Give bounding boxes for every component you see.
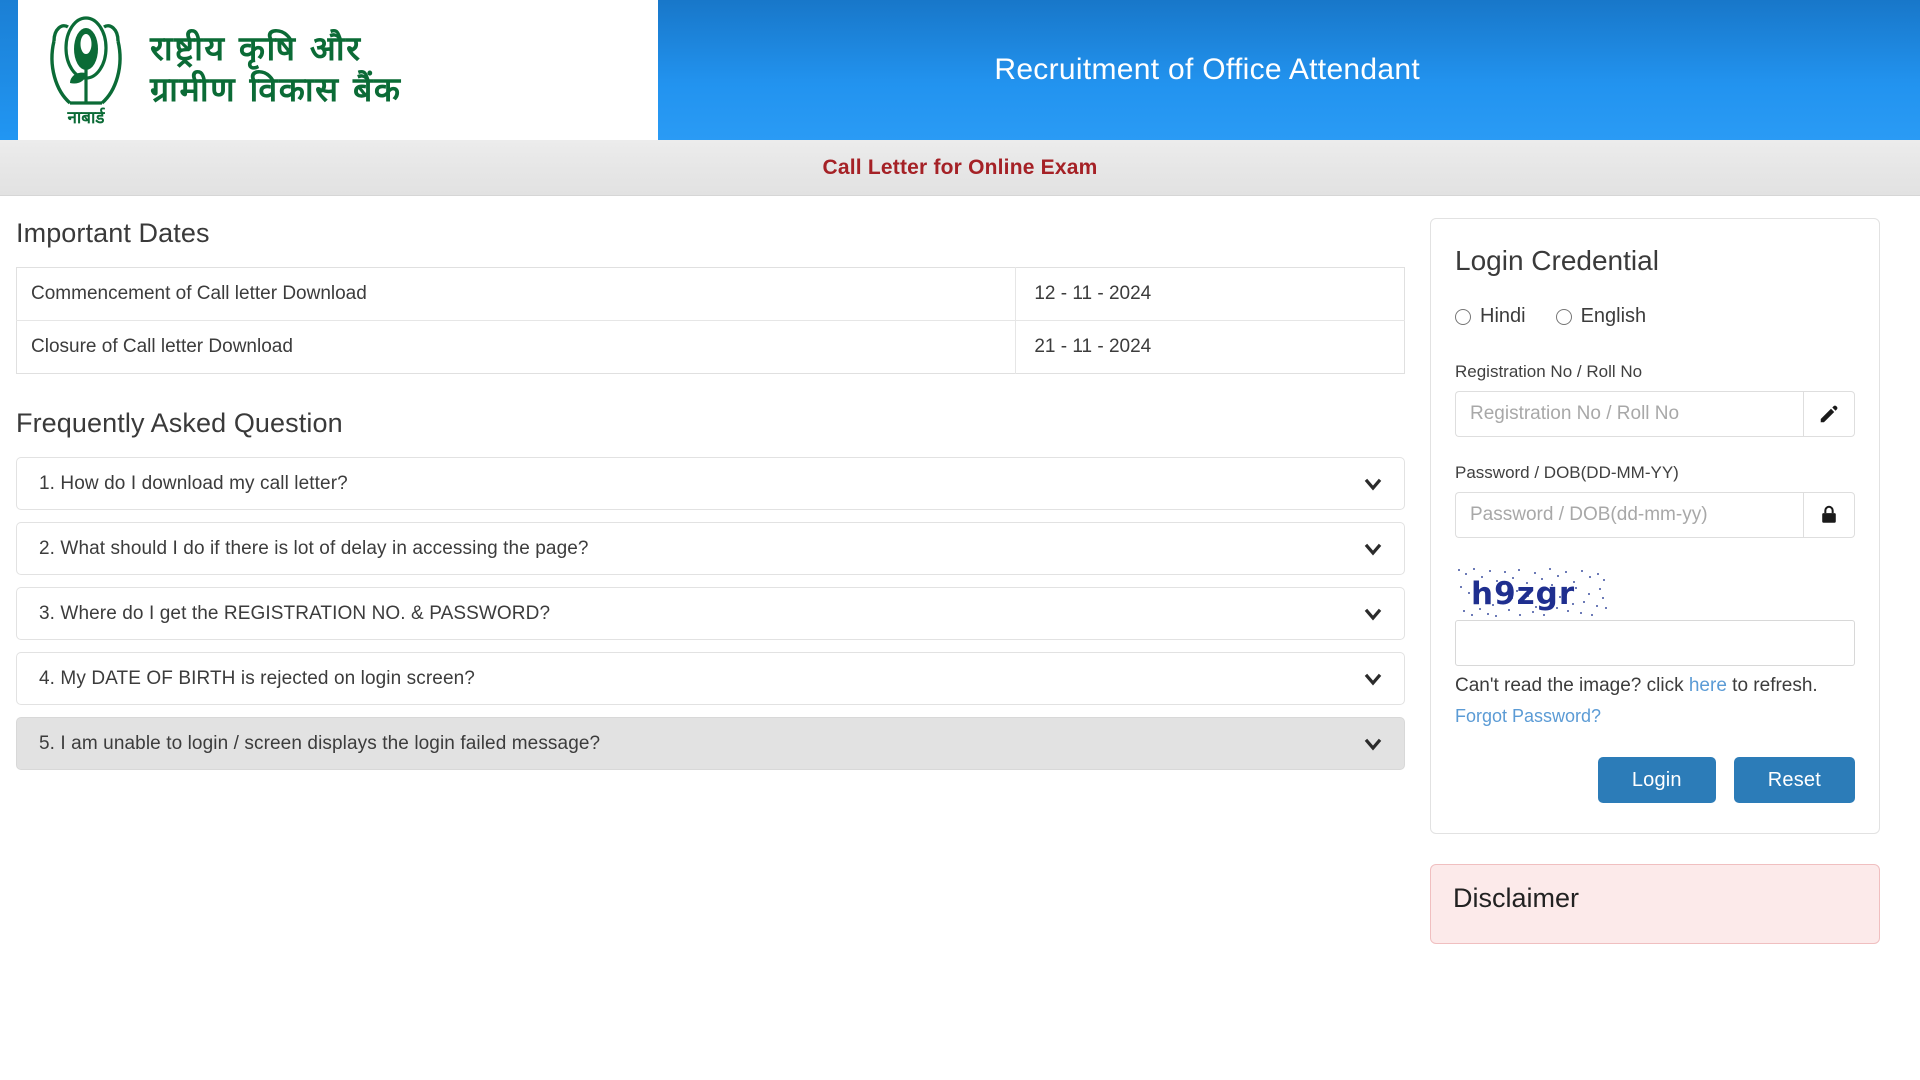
registration-field-label: Registration No / Roll No bbox=[1455, 362, 1643, 381]
captcha-input[interactable] bbox=[1455, 620, 1855, 666]
page-body: Important Dates Commencement of Call let… bbox=[0, 196, 1920, 945]
login-button[interactable]: Login bbox=[1597, 757, 1716, 804]
faq-item-5[interactable]: 5. I am unable to login / screen display… bbox=[16, 717, 1405, 770]
disclaimer-box: Disclaimer bbox=[1430, 864, 1880, 945]
page-header: नाबार्ड राष्ट्रीय कृषि और ग्रामीण विकास … bbox=[0, 0, 1920, 140]
language-radio-group: Hindi English bbox=[1455, 305, 1855, 328]
date-label: Commencement of Call letter Download bbox=[16, 267, 1016, 321]
faq-item-3[interactable]: 3. Where do I get the REGISTRATION NO. &… bbox=[16, 587, 1405, 640]
nabard-logo-text: राष्ट्रीय कृषि और ग्रामीण विकास बैंक bbox=[150, 28, 402, 111]
logo-line-2: ग्रामीण विकास बैंक bbox=[150, 70, 402, 110]
refresh-text-suffix: to refresh. bbox=[1726, 675, 1818, 696]
pencil-icon[interactable] bbox=[1803, 391, 1855, 437]
left-content-column: Important Dates Commencement of Call let… bbox=[0, 218, 1430, 770]
svg-text:नाबार्ड: नाबार्ड bbox=[66, 107, 105, 128]
login-card-title: Login Credential bbox=[1455, 245, 1659, 276]
password-field-label: Password / DOB(DD-MM-YY) bbox=[1455, 463, 1679, 482]
captcha-image: h9zgr bbox=[1455, 564, 1607, 618]
faq-item-1[interactable]: 1. How do I download my call letter? bbox=[16, 457, 1405, 510]
faq-list: 1. How do I download my call letter? 2. … bbox=[16, 457, 1405, 770]
nabard-logo-icon: नाबार्ड bbox=[40, 11, 132, 129]
login-credential-card: Login Credential Hindi English Registrat… bbox=[1430, 218, 1880, 835]
language-option-english[interactable]: English bbox=[1555, 305, 1647, 328]
faq-item-4[interactable]: 4. My DATE OF BIRTH is rejected on login… bbox=[16, 652, 1405, 705]
captcha-block: h9zgr Can't read the image? click here t… bbox=[1455, 564, 1855, 727]
table-row: Closure of Call letter Download 21 - 11 … bbox=[17, 320, 1405, 374]
faq-question-label: 4. My DATE OF BIRTH is rejected on login… bbox=[39, 667, 475, 689]
nabard-logo-block: नाबार्ड राष्ट्रीय कृषि और ग्रामीण विकास … bbox=[18, 0, 658, 140]
subheader-bar: Call Letter for Online Exam bbox=[0, 140, 1920, 196]
right-sidebar-column: Login Credential Hindi English Registrat… bbox=[1430, 218, 1920, 945]
password-input[interactable] bbox=[1455, 492, 1803, 538]
forgot-password-link[interactable]: Forgot Password? bbox=[1455, 706, 1601, 727]
lock-icon[interactable] bbox=[1803, 492, 1855, 538]
password-input-group bbox=[1455, 492, 1855, 538]
language-label-hindi: Hindi bbox=[1480, 305, 1526, 327]
header-banner: Recruitment of Office Attendant bbox=[658, 0, 1920, 140]
chevron-down-icon[interactable] bbox=[1362, 538, 1384, 560]
faq-question-label: 3. Where do I get the REGISTRATION NO. &… bbox=[39, 602, 551, 624]
svg-text:h9zgr: h9zgr bbox=[1471, 576, 1575, 612]
date-label: Closure of Call letter Download bbox=[31, 336, 293, 357]
login-button-row: Login Reset bbox=[1455, 757, 1855, 804]
page-title: Recruitment of Office Attendant bbox=[994, 53, 1420, 86]
refresh-text-prefix: Can't read the image? click bbox=[1455, 675, 1689, 696]
language-option-hindi[interactable]: Hindi bbox=[1455, 305, 1526, 328]
table-row: Commencement of Call letter Download 12 … bbox=[16, 267, 1405, 321]
captcha-refresh-text: Can't read the image? click here to refr… bbox=[1455, 673, 1855, 699]
chevron-down-icon[interactable] bbox=[1362, 603, 1384, 625]
radio-unchecked-icon[interactable] bbox=[1455, 308, 1471, 325]
faq-item-2[interactable]: 2. What should I do if there is lot of d… bbox=[16, 522, 1405, 575]
subheader-title: Call Letter for Online Exam bbox=[822, 155, 1098, 179]
header-left-accent-strip bbox=[0, 0, 18, 140]
chevron-down-icon[interactable] bbox=[1362, 668, 1384, 690]
reset-button[interactable]: Reset bbox=[1733, 757, 1855, 804]
chevron-down-icon[interactable] bbox=[1362, 473, 1384, 495]
registration-input-group bbox=[1455, 391, 1855, 437]
registration-input[interactable] bbox=[1455, 391, 1803, 437]
faq-question-label: 2. What should I do if there is lot of d… bbox=[39, 537, 589, 559]
important-dates-table: Commencement of Call letter Download 12 … bbox=[16, 267, 1405, 374]
faq-question-label: 5. I am unable to login / screen display… bbox=[39, 732, 601, 754]
disclaimer-title: Disclaimer bbox=[1453, 883, 1580, 914]
logo-line-1: राष्ट्रीय कृषि और bbox=[150, 28, 362, 69]
date-value: 21 - 11 - 2024 bbox=[1015, 320, 1405, 374]
chevron-down-icon[interactable] bbox=[1362, 733, 1384, 755]
faq-title: Frequently Asked Question bbox=[16, 408, 343, 438]
radio-unchecked-icon[interactable] bbox=[1555, 308, 1572, 325]
important-dates-title: Important Dates bbox=[16, 218, 210, 248]
captcha-refresh-link[interactable]: here bbox=[1689, 675, 1727, 696]
date-value: 12 - 11 - 2024 bbox=[1015, 267, 1405, 321]
faq-question-label: 1. How do I download my call letter? bbox=[39, 472, 348, 494]
language-label-english: English bbox=[1580, 305, 1647, 327]
